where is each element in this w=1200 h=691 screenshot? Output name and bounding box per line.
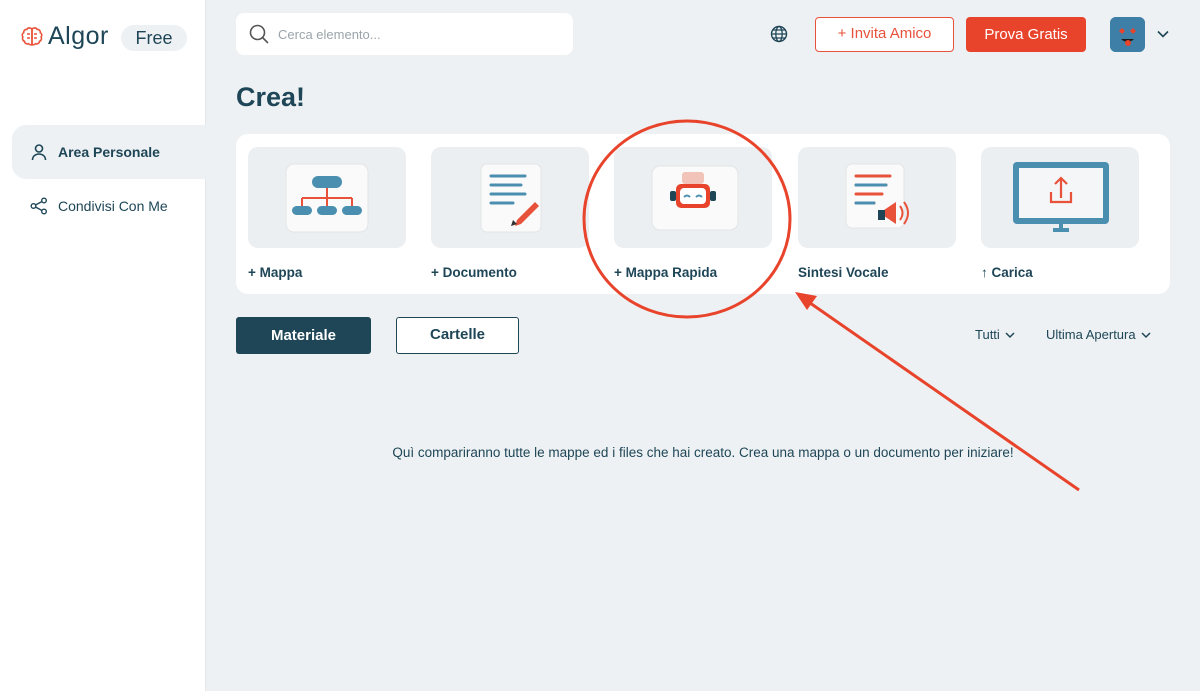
sidebar-item-condivisi[interactable]: Condivisi Con Me [12, 179, 206, 233]
share-icon [30, 196, 50, 216]
upload-card[interactable] [981, 147, 1139, 248]
tab-cartelle[interactable]: Cartelle [396, 317, 519, 354]
search-input[interactable] [278, 26, 558, 42]
upload-label[interactable]: ↑ Carica [981, 265, 1033, 280]
robot-icon [651, 165, 739, 230]
sidebar: Algor Free Area Personale Condivisi Con … [0, 0, 206, 691]
avatar[interactable] [1110, 17, 1145, 52]
search-bar[interactable] [236, 13, 573, 55]
chevron-down-icon [1005, 331, 1015, 338]
page-title: Crea! [236, 82, 306, 112]
brain-icon [21, 26, 43, 46]
logo[interactable]: Algor [20, 22, 109, 51]
plan-badge: Free [121, 25, 187, 51]
speech-synthesis-label[interactable]: Sintesi Vocale [798, 265, 889, 280]
chevron-down-icon[interactable] [1156, 27, 1170, 41]
sort-label: Ultima Apertura [1046, 327, 1136, 342]
chevron-down-icon [1141, 331, 1151, 338]
logo-text: Algor [48, 22, 109, 50]
type-filter-label: Tutti [975, 327, 1000, 342]
search-icon [249, 24, 269, 44]
sidebar-item-area-personale[interactable]: Area Personale [12, 125, 206, 179]
create-document-card[interactable] [431, 147, 589, 248]
try-free-button[interactable]: Prova Gratis [966, 17, 1086, 52]
invite-friend-button[interactable]: + Invita Amico [815, 17, 954, 52]
globe-icon[interactable] [769, 24, 789, 44]
type-filter-dropdown[interactable]: Tutti [975, 327, 1016, 342]
create-map-label[interactable]: + Mappa [248, 265, 302, 280]
empty-state-message: Quì compariranno tutte le mappe ed i fil… [392, 445, 1014, 460]
tab-materiale[interactable]: Materiale [236, 317, 371, 354]
document-icon [480, 163, 542, 232]
sidebar-item-label: Area Personale [58, 144, 160, 160]
emoji-avatar-icon [1110, 17, 1145, 52]
create-map-card[interactable] [248, 147, 406, 248]
user-icon [30, 142, 50, 162]
sort-dropdown[interactable]: Ultima Apertura [1046, 327, 1152, 342]
upload-monitor-icon [1013, 161, 1109, 232]
quick-map-label[interactable]: + Mappa Rapida [614, 265, 717, 280]
quick-map-card[interactable] [614, 147, 772, 248]
create-document-label[interactable]: + Documento [431, 265, 517, 280]
sidebar-item-label: Condivisi Con Me [58, 198, 168, 214]
concept-map-icon [285, 163, 369, 232]
pointer-arrow [799, 294, 1080, 492]
speech-synthesis-icon [845, 163, 909, 228]
arrow-head [795, 292, 817, 310]
speech-synthesis-card[interactable] [798, 147, 956, 248]
